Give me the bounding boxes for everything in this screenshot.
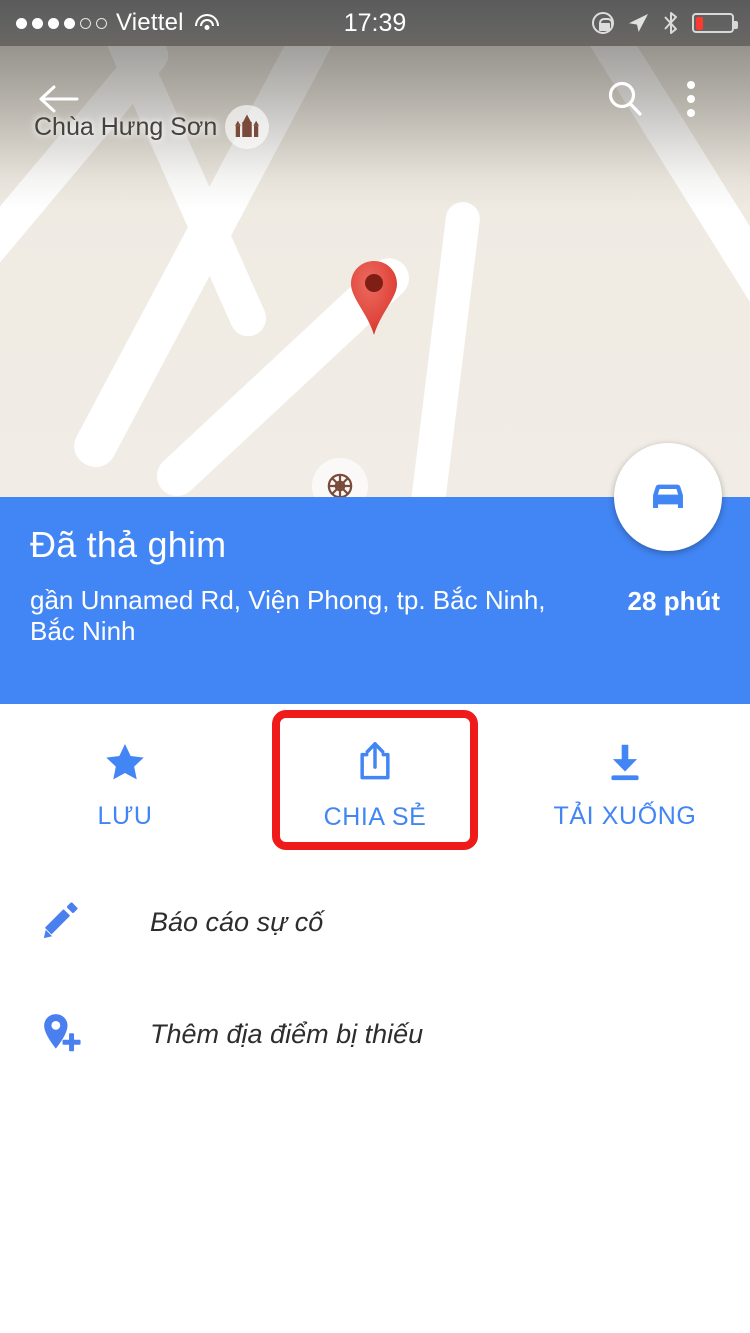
pencil-icon — [38, 900, 96, 944]
place-meta-row: gần Unnamed Rd, Viện Phong, tp. Bắc Ninh… — [30, 585, 720, 648]
map-toolbar — [0, 60, 750, 138]
list-item-label: Báo cáo sự cố — [150, 906, 324, 937]
download-icon — [611, 744, 639, 780]
save-button-label: LƯU — [97, 801, 153, 830]
kebab-menu-icon — [687, 81, 695, 117]
share-button[interactable]: CHIA SẺ — [250, 704, 500, 866]
list-item[interactable]: Báo cáo sự cố — [0, 866, 750, 978]
search-button[interactable] — [592, 66, 658, 132]
place-eta: 28 phút — [627, 585, 720, 616]
back-arrow-icon — [39, 85, 79, 113]
list-item-label: Thêm địa điểm bị thiếu — [150, 1018, 424, 1049]
download-button-label: TẢI XUỐNG — [553, 801, 697, 830]
add-place-pin-icon — [38, 1011, 96, 1057]
share-icon — [360, 741, 390, 779]
save-button[interactable]: LƯU — [0, 704, 250, 866]
action-bar: LƯU CHIA SẺ TẢI XUỐNG — [0, 704, 750, 866]
location-arrow-icon — [629, 14, 648, 32]
list-item[interactable]: Thêm địa điểm bị thiếu — [0, 978, 750, 1090]
back-button[interactable] — [26, 66, 92, 132]
place-title: Đã thả ghim — [30, 524, 227, 565]
place-address: gần Unnamed Rd, Viện Phong, tp. Bắc Ninh… — [30, 584, 546, 647]
star-icon — [106, 743, 144, 779]
status-bar-right — [375, 10, 738, 36]
app-screen: Chùa Hưng Sơn Viettel 17:39 Đã thả ghim … — [0, 0, 750, 1333]
search-icon — [608, 81, 642, 116]
download-button[interactable]: TẢI XUỐNG — [500, 704, 750, 866]
status-bar: Viettel 17:39 — [0, 0, 750, 46]
battery-icon — [692, 13, 738, 33]
dropped-pin-marker[interactable] — [348, 258, 400, 338]
secondary-actions-list: Báo cáo sự cố Thêm địa điểm bị thiếu — [0, 866, 750, 1090]
rotation-lock-icon — [592, 12, 614, 34]
overflow-menu-button[interactable] — [658, 66, 724, 132]
directions-fab[interactable] — [614, 443, 722, 551]
bluetooth-icon — [664, 12, 677, 34]
car-directions-icon — [653, 484, 683, 509]
share-button-label: CHIA SẺ — [323, 802, 427, 831]
